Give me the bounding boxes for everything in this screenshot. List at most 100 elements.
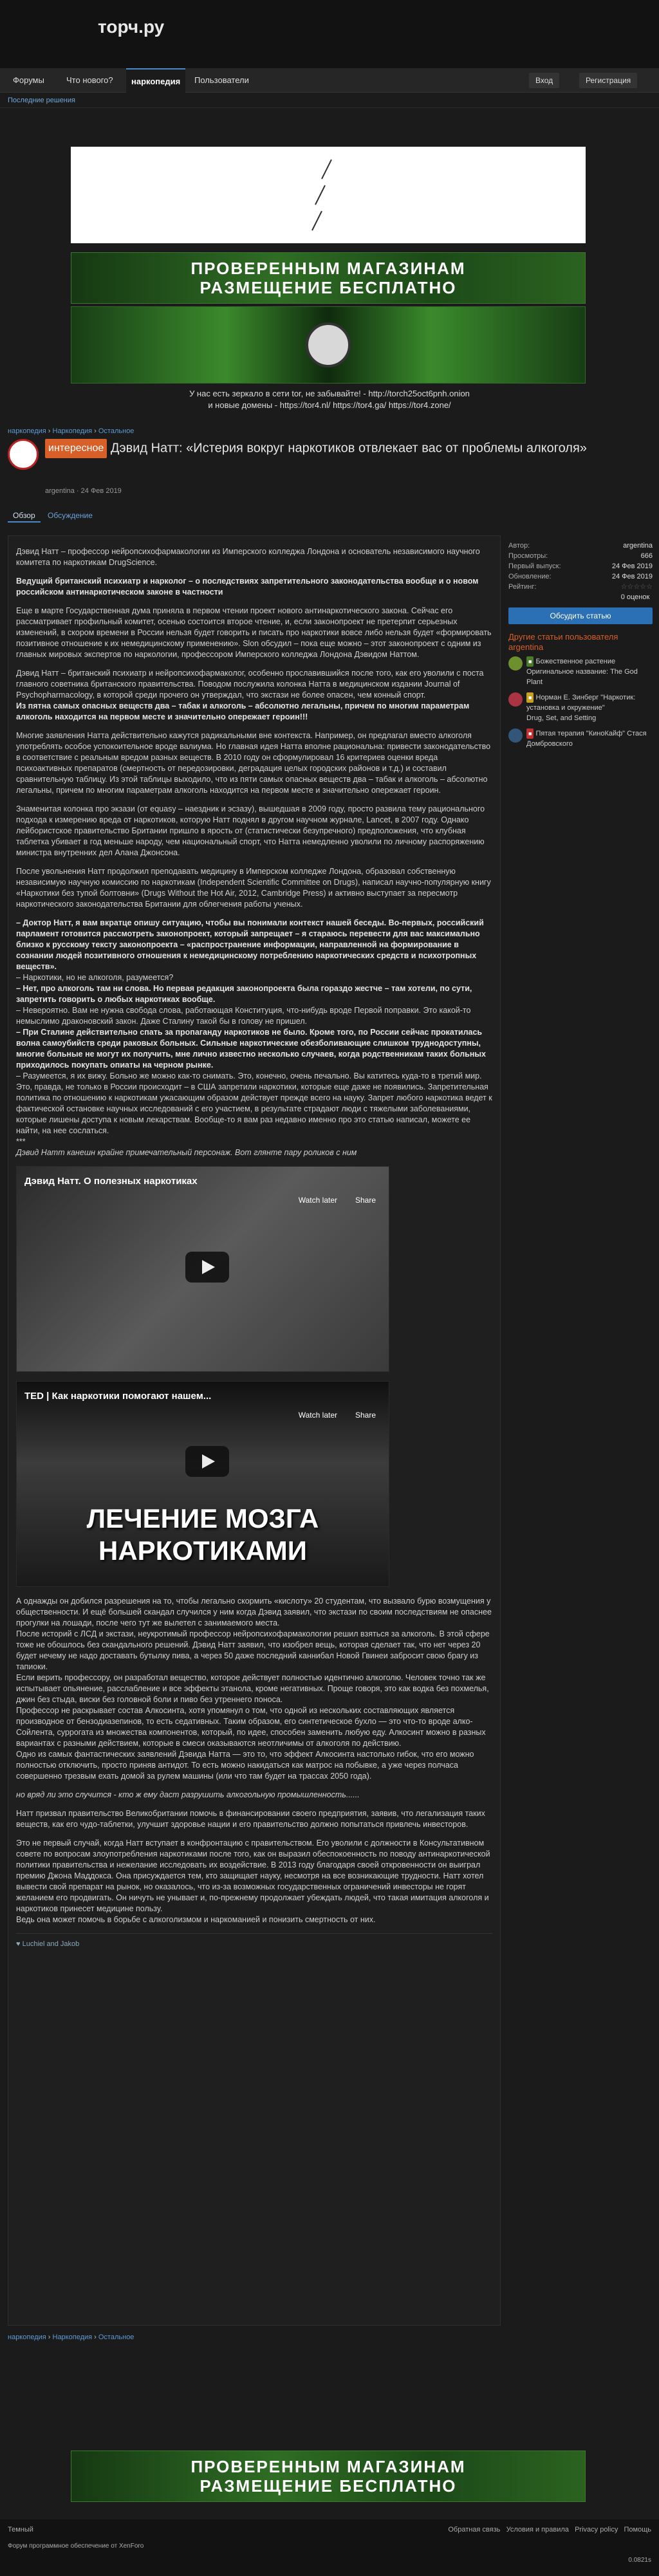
crumb-2[interactable]: Наркопедия [53, 427, 93, 435]
article-body: Дэвид Натт – профессор нейропсихофармако… [8, 535, 501, 2326]
question: – Нет, про алкоголь там ни слова. Но пер… [16, 984, 472, 1004]
footer-link[interactable]: Условия и правила [506, 2526, 569, 2534]
comment: Дэвид Натт канешн крайне примечательный … [16, 1148, 357, 1157]
main-nav: Форумы Что нового? наркопедия Пользовате… [0, 68, 659, 93]
item-sub: Drug, Set, and Setting [526, 714, 597, 722]
other-articles-title: Другие статьи пользователя argentina [508, 632, 618, 652]
nav-users[interactable]: Пользователи [189, 68, 254, 93]
site-logo[interactable]: торч.ру [98, 17, 164, 37]
watch-later-button[interactable]: Watch later [299, 1195, 337, 1206]
video-title[interactable]: Дэвид Натт. О полезных наркотиках [24, 1176, 198, 1187]
banner-text-2: РАЗМЕЩЕНИЕ БЕСПЛАТНО [200, 2476, 457, 2496]
star-icons: ☆☆☆☆☆ [620, 583, 653, 591]
avatar [508, 728, 523, 743]
play-icon[interactable] [185, 1446, 229, 1477]
render-time: 0.0821s [628, 2557, 651, 2564]
author-link[interactable]: argentina [623, 541, 653, 551]
crumb-1[interactable]: наркопедия [8, 2333, 46, 2341]
views-count: 666 [640, 552, 653, 560]
ad-banner-skull[interactable] [71, 306, 586, 384]
paragraph: Дэвид Натт – профессор нейропсихофармако… [16, 547, 480, 567]
article-title-block: интересное Дэвид Натт: «Истерия вокруг н… [8, 439, 651, 470]
paragraph: Многие заявления Натта действительно каж… [16, 731, 491, 795]
tag: ■ [526, 656, 534, 667]
item-title: Пятая терапия "КиноКайф" Стася Домбровск… [526, 730, 647, 748]
paragraph: Одно из самых фантастических заявлений Д… [16, 1750, 474, 1781]
article-meta: argentina · 24 Фев 2019 [45, 487, 122, 495]
nav-narcopedia[interactable]: наркопедия [126, 68, 186, 93]
paragraph: После историй с ЛСД и экстази, неукротим… [16, 1629, 490, 1671]
sidebar: Автор: argentina Просмотры: 666 Первый вып… [508, 541, 653, 754]
separator: *** [16, 1137, 26, 1146]
answer: – Невероятно. Вам не нужна свобода слова… [16, 1006, 471, 1026]
video-title[interactable]: TED | Как наркотики помогают нашем... [24, 1391, 211, 1402]
breadcrumb-bottom: наркопедия › Наркопедия › Остальное [8, 2333, 135, 2341]
likes-bar: ♥ Luchiel and Jakob [16, 1933, 492, 1950]
login-button[interactable]: Вход [529, 73, 560, 88]
mirror-notice-2[interactable]: и новые домены - https://tor4.nl/ https:… [0, 400, 659, 410]
lead: Ведущий британский психиатр и нарколог –… [16, 577, 479, 597]
avatar [508, 692, 523, 707]
item-title: Божественное растение [535, 658, 616, 665]
page-title: Дэвид Натт: «Истерия вокруг наркотиков о… [110, 441, 587, 456]
tabs: Обзор Обсуждение [8, 510, 98, 524]
share-button[interactable]: Share [355, 1195, 376, 1206]
xenforo-credit[interactable]: Форум программное обеспечение от XenForo [8, 2543, 144, 2550]
style-chooser[interactable]: Темный [8, 2526, 33, 2534]
question: – Доктор Натт, я вам вкратце опишу ситуа… [16, 918, 484, 971]
prefix-badge: интересное [45, 439, 107, 458]
avatar [508, 656, 523, 671]
avatar[interactable] [8, 439, 39, 470]
play-icon[interactable] [185, 1252, 229, 1283]
question: – При Сталине действительно спать за про… [16, 1028, 487, 1070]
article-date: 24 Фев 2019 [80, 487, 122, 495]
paragraph: Дэвид Натт – британский психиатр и нейро… [16, 669, 484, 700]
paragraph: Это не первый случай, когда Натт вступае… [16, 1839, 490, 1913]
register-button[interactable]: Регистрация [579, 73, 638, 88]
tab-discussion[interactable]: Обсуждение [42, 510, 98, 521]
answer: – Разумеется, я их вижу. Больно же можно… [16, 1071, 492, 1135]
mirror-notice-1[interactable]: У нас есть зеркало в сети tor, не забыва… [0, 389, 659, 398]
ad-banner-shops[interactable]: ПРОВЕРЕННЫМ МАГАЗИНАМ РАЗМЕЩЕНИЕ БЕСПЛАТН… [71, 252, 586, 304]
ad-banner-bottom[interactable]: ПРОВЕРЕННЫМ МАГАЗИНАМ РАЗМЕЩЕНИЕ БЕСПЛАТН… [71, 2451, 586, 2502]
label: Первый выпуск: [508, 562, 561, 570]
footer-link[interactable]: Помощь [624, 2526, 652, 2534]
video-caption: ЛЕЧЕНИЕ МОЗГА НАРКОТИКАМИ [86, 1503, 319, 1566]
crumb-3[interactable]: Остальное [98, 2333, 135, 2341]
tab-overview[interactable]: Обзор [8, 510, 41, 523]
list-item[interactable]: ■ Норман Е. Зинберг "Наркотик: установка… [508, 692, 653, 723]
footer-link[interactable]: Privacy policy [575, 2526, 618, 2534]
ad-banner-white[interactable] [71, 147, 586, 243]
list-item[interactable]: ■ Божественное растение Оригинальное назв… [508, 656, 653, 687]
label: Обновление: [508, 573, 552, 580]
broken-image-icon [311, 159, 332, 231]
watch-later-button[interactable]: Watch later [299, 1410, 337, 1421]
paragraph: После увольнения Натт продолжил преподав… [16, 867, 491, 909]
crumb-2[interactable]: Наркопедия [53, 2333, 93, 2341]
footer-links: Обратная связь Условия и правила Privacy… [448, 2526, 651, 2534]
discuss-button[interactable]: Обсудить статью [508, 607, 653, 624]
video-embed-1[interactable]: Дэвид Натт. О полезных наркотиках Watch … [16, 1166, 389, 1372]
label: Рейтинг: [508, 583, 537, 591]
label: Автор: [508, 542, 530, 550]
paragraph: Если верить профессору, он разработал ве… [16, 1673, 489, 1704]
update-date: 24 Фев 2019 [611, 573, 653, 580]
share-button[interactable]: Share [355, 1410, 376, 1421]
likes-list[interactable]: Luchiel and Jakob [23, 1940, 80, 1948]
paragraph: Профессор не раскрывает состав Алкосинта… [16, 1706, 486, 1748]
footer-link[interactable]: Обратная связь [448, 2526, 500, 2534]
subnav-latest[interactable]: Последние решения [0, 93, 659, 108]
paragraph: А однажды он добился разрешения на то, ч… [16, 1597, 492, 1627]
author-name[interactable]: argentina [45, 487, 75, 495]
nav-whats-new[interactable]: Что нового? [61, 68, 118, 93]
crumb-3[interactable]: Остальное [98, 427, 135, 435]
paragraph: Еще в марте Государственная дума приняла… [16, 606, 492, 659]
first-release: 24 Фев 2019 [611, 562, 653, 570]
callout: Из пятна самых опасных веществ два – таб… [16, 701, 470, 721]
paragraph: Знаменитая колонка про экзази (от equasy… [16, 804, 485, 857]
footer: Темный Обратная связь Условия и правила … [0, 2519, 659, 2576]
list-item[interactable]: ■ Пятая терапия "КиноКайф" Стася Домбров… [508, 728, 653, 749]
video-embed-2[interactable]: TED | Как наркотики помогают нашем... Wa… [16, 1381, 389, 1587]
crumb-1[interactable]: наркопедия [8, 427, 46, 435]
nav-forums[interactable]: Форумы [8, 68, 50, 93]
